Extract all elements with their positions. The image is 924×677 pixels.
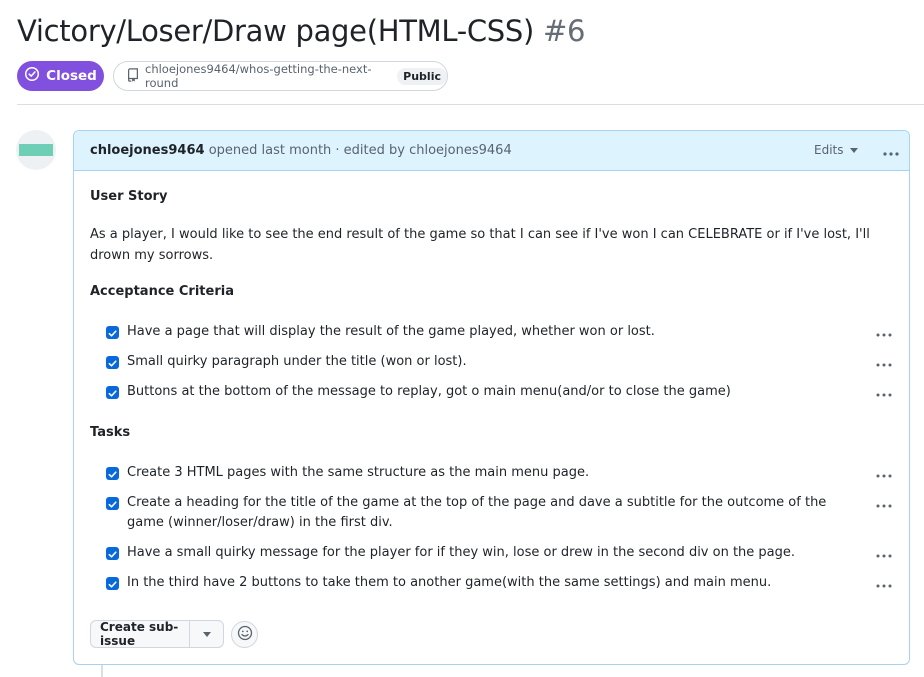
issue-title-text: Victory/Loser/Draw page(HTML-CSS)	[17, 14, 535, 48]
kebab-horizontal-icon	[876, 463, 892, 482]
item-options-button[interactable]	[876, 386, 894, 396]
checkbox[interactable]	[106, 386, 119, 399]
edits-dropdown[interactable]: Edits	[814, 143, 858, 157]
timeline-line	[101, 665, 103, 677]
item-options-button[interactable]	[876, 326, 894, 336]
checkmark-icon	[108, 574, 117, 593]
status-label: Closed	[46, 68, 97, 84]
kebab-horizontal-icon	[876, 493, 892, 512]
criteria-text: Small quirky paragraph under the title (…	[127, 354, 467, 369]
issue-number: #6	[542, 14, 586, 48]
issue-body-card: chloejones9464 opened last month · edite…	[73, 130, 910, 665]
checkbox[interactable]	[106, 467, 119, 480]
visibility-badge: Public	[397, 67, 447, 85]
item-options-button[interactable]	[876, 547, 894, 557]
item-options-button[interactable]	[876, 356, 894, 366]
checkmark-icon	[108, 544, 117, 563]
kebab-horizontal-icon	[876, 543, 892, 562]
task-item: Have a small quirky message for the play…	[106, 545, 842, 563]
task-text: Have a small quirky message for the play…	[127, 545, 796, 560]
avatar[interactable]	[16, 130, 56, 170]
task-item: In the third have 2 buttons to take them…	[106, 575, 842, 593]
comment-meta: chloejones9464 opened last month · edite…	[90, 143, 512, 158]
kebab-horizontal-icon	[883, 141, 899, 160]
comment-options-button[interactable]	[880, 140, 902, 160]
create-sub-issue-label: Create sub-issue	[100, 620, 179, 648]
acceptance-criteria-heading: Acceptance Criteria	[90, 284, 234, 299]
task-text: In the third have 2 buttons to take them…	[127, 575, 772, 590]
checkmark-icon	[108, 383, 117, 402]
task-text: Create 3 HTML pages with the same struct…	[127, 465, 590, 480]
status-badge: Closed	[17, 61, 104, 91]
criteria-item: Small quirky paragraph under the title (…	[106, 354, 842, 372]
criteria-item: Buttons at the bottom of the message to …	[106, 384, 842, 402]
checkmark-icon	[108, 464, 117, 483]
repo-link[interactable]: chloejones9464/whos-getting-the-next-rou…	[113, 61, 448, 91]
checkbox[interactable]	[106, 577, 119, 590]
task-text: Create a heading for the title of the ga…	[127, 495, 827, 530]
kebab-horizontal-icon	[876, 322, 892, 341]
checkbox[interactable]	[106, 497, 119, 510]
issue-title: Victory/Loser/Draw page(HTML-CSS) #6	[17, 14, 585, 48]
comment-meta-text: opened last month · edited by chloejones…	[208, 143, 512, 158]
user-story-heading: User Story	[90, 189, 168, 204]
add-reaction-button[interactable]	[231, 621, 258, 648]
kebab-horizontal-icon	[876, 382, 892, 401]
comment-header: chloejones9464 opened last month · edite…	[74, 131, 909, 171]
triangle-down-icon	[849, 143, 858, 157]
author-link[interactable]: chloejones9464	[90, 143, 205, 158]
item-options-button[interactable]	[876, 577, 894, 587]
smiley-icon	[237, 625, 253, 645]
item-options-button[interactable]	[876, 467, 894, 477]
task-item: Create 3 HTML pages with the same struct…	[106, 465, 842, 483]
create-sub-issue-button[interactable]: Create sub-issue	[90, 620, 224, 648]
checkbox[interactable]	[106, 356, 119, 369]
check-circle-icon	[24, 66, 40, 86]
checkmark-icon	[108, 353, 117, 372]
user-story-paragraph: As a player, I would like to see the end…	[90, 227, 870, 263]
checkbox[interactable]	[106, 326, 119, 339]
repo-icon	[126, 67, 140, 85]
kebab-horizontal-icon	[876, 352, 892, 371]
checkmark-icon	[108, 494, 117, 513]
header-divider	[17, 104, 924, 105]
item-options-button[interactable]	[876, 497, 894, 507]
triangle-down-icon	[202, 627, 211, 641]
repo-name[interactable]: chloejones9464/whos-getting-the-next-rou…	[145, 62, 388, 90]
checkbox[interactable]	[106, 547, 119, 560]
edits-label: Edits	[814, 143, 844, 157]
kebab-horizontal-icon	[876, 573, 892, 592]
criteria-text: Buttons at the bottom of the message to …	[127, 384, 731, 399]
sub-issue-dropdown-button[interactable]	[190, 627, 223, 641]
checkmark-icon	[108, 323, 117, 342]
criteria-text: Have a page that will display the result…	[127, 324, 655, 339]
criteria-item: Have a page that will display the result…	[106, 324, 842, 342]
task-item: Create a heading for the title of the ga…	[106, 495, 842, 533]
tasks-heading: Tasks	[90, 425, 131, 440]
